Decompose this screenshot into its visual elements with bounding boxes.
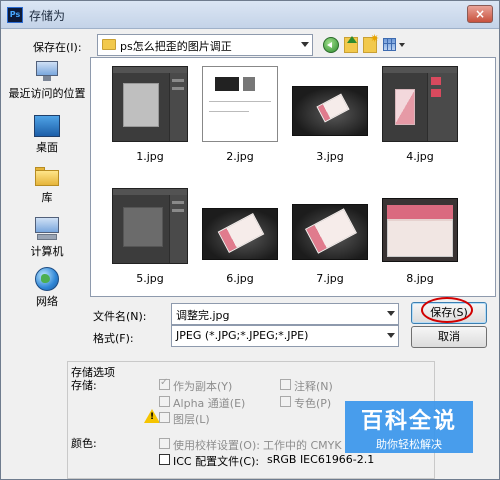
view-menu-icon[interactable] — [383, 37, 407, 53]
recent-places-icon — [34, 59, 60, 83]
format-value: JPEG (*.JPG;*.JPEG;*.JPE) — [176, 329, 309, 342]
file-thumbnail — [110, 186, 190, 266]
filename-input[interactable]: 调整完.jpg — [171, 303, 399, 325]
icc-profile-checkbox[interactable] — [159, 454, 170, 465]
file-name: 4.jpg — [406, 150, 434, 163]
places-bar: 最近访问的位置 桌面 库 计算机 网络 — [7, 57, 87, 317]
file-name: 8.jpg — [406, 272, 434, 285]
store-label: 存储: — [71, 379, 97, 392]
file-thumbnail — [200, 64, 280, 144]
file-thumbnail — [290, 64, 370, 144]
watermark-title: 百科全说 — [360, 409, 457, 434]
alpha-checkbox[interactable] — [159, 396, 170, 407]
place-label: 最近访问的位置 — [8, 87, 86, 100]
place-network[interactable]: 网络 — [7, 267, 87, 309]
close-icon: × — [474, 7, 486, 21]
place-desktop[interactable]: 桌面 — [7, 115, 87, 155]
place-computer[interactable]: 计算机 — [7, 217, 87, 259]
desktop-icon — [34, 115, 60, 137]
save-in-label: 保存在(I): — [33, 41, 82, 54]
file-item[interactable]: 2.jpg — [195, 64, 285, 174]
title-bar[interactable]: Ps 存储为 × — [1, 1, 499, 29]
save-as-dialog: Ps 存储为 × 保存在(I): ps怎么把歪的图片调正 最近访问的位置 桌面 … — [0, 0, 500, 480]
close-button[interactable]: × — [467, 5, 493, 23]
highlight-circle — [421, 297, 473, 323]
file-name: 1.jpg — [136, 150, 164, 163]
as-copy-label: 作为副本(Y) — [173, 380, 233, 393]
notes-checkbox[interactable] — [280, 379, 291, 390]
file-thumbnail — [380, 186, 460, 266]
dialog-title: 存储为 — [29, 9, 66, 23]
back-icon[interactable] — [323, 37, 339, 53]
place-libraries[interactable]: 库 — [7, 165, 87, 205]
color-label: 颜色: — [71, 437, 97, 450]
libraries-icon — [34, 165, 60, 187]
watermark-logo: 百科全说 助你轻松解决 — [345, 401, 473, 453]
file-item[interactable]: 8.jpg — [375, 186, 465, 296]
file-name: 5.jpg — [136, 272, 164, 285]
file-item[interactable]: 6.jpg — [195, 186, 285, 296]
file-item[interactable]: 7.jpg — [285, 186, 375, 296]
proof-setup-label: 使用校样设置(O): — [173, 439, 260, 452]
as-copy-checkbox[interactable] — [159, 377, 170, 390]
cancel-button[interactable]: 取消 — [411, 326, 487, 348]
file-name: 2.jpg — [226, 150, 254, 163]
file-item[interactable]: 4.jpg — [375, 64, 465, 174]
chevron-down-icon — [301, 42, 309, 47]
file-thumbnail — [290, 186, 370, 266]
notes-label: 注释(N) — [294, 380, 333, 393]
folder-icon — [102, 39, 116, 50]
file-item[interactable]: 1.jpg — [105, 64, 195, 174]
file-name: 3.jpg — [316, 150, 344, 163]
place-label: 库 — [41, 191, 53, 204]
alpha-label: Alpha 通道(E) — [173, 397, 246, 410]
new-folder-icon[interactable] — [363, 32, 379, 53]
layers-label: 图层(L) — [173, 413, 210, 426]
place-label: 计算机 — [30, 245, 64, 258]
file-thumbnail — [110, 64, 190, 144]
file-thumbnail — [200, 186, 280, 266]
filename-value: 调整完.jpg — [176, 309, 230, 322]
spot-label: 专色(P) — [294, 397, 332, 410]
file-item[interactable]: 5.jpg — [105, 186, 195, 296]
place-label: 网络 — [36, 295, 58, 308]
file-name: 6.jpg — [226, 272, 254, 285]
photoshop-app-icon: Ps — [7, 7, 23, 23]
file-list[interactable]: 1.jpg 2.jpg 3.jpg 4.jpg 5.jpg 6.jpg 7.jp… — [90, 57, 496, 297]
file-name: 7.jpg — [316, 272, 344, 285]
proof-setup-value: 工作中的 CMYK — [263, 439, 342, 452]
up-folder-icon[interactable] — [344, 36, 358, 53]
chevron-down-icon — [387, 333, 395, 338]
network-icon — [35, 267, 59, 291]
place-label: 桌面 — [36, 141, 58, 154]
spot-checkbox[interactable] — [280, 396, 291, 407]
save-in-dropdown[interactable]: ps怎么把歪的图片调正 — [97, 34, 313, 56]
file-thumbnail — [380, 64, 460, 144]
format-dropdown[interactable]: JPEG (*.JPG;*.JPEG;*.JPE) — [171, 325, 399, 347]
icc-profile-label: ICC 配置文件(C): — [173, 455, 260, 468]
format-label: 格式(F): — [93, 332, 134, 345]
proof-setup-checkbox[interactable] — [159, 438, 170, 449]
computer-icon — [34, 217, 60, 241]
chevron-down-icon — [387, 311, 395, 316]
file-item[interactable]: 3.jpg — [285, 64, 375, 174]
save-in-folder: ps怎么把歪的图片调正 — [120, 40, 232, 53]
filename-label: 文件名(N): — [93, 310, 147, 323]
watermark-subtitle: 助你轻松解决 — [376, 438, 442, 451]
icc-profile-value: sRGB IEC61966-2.1 — [267, 453, 375, 466]
place-recent[interactable]: 最近访问的位置 — [7, 59, 87, 101]
layers-checkbox[interactable] — [159, 412, 170, 423]
